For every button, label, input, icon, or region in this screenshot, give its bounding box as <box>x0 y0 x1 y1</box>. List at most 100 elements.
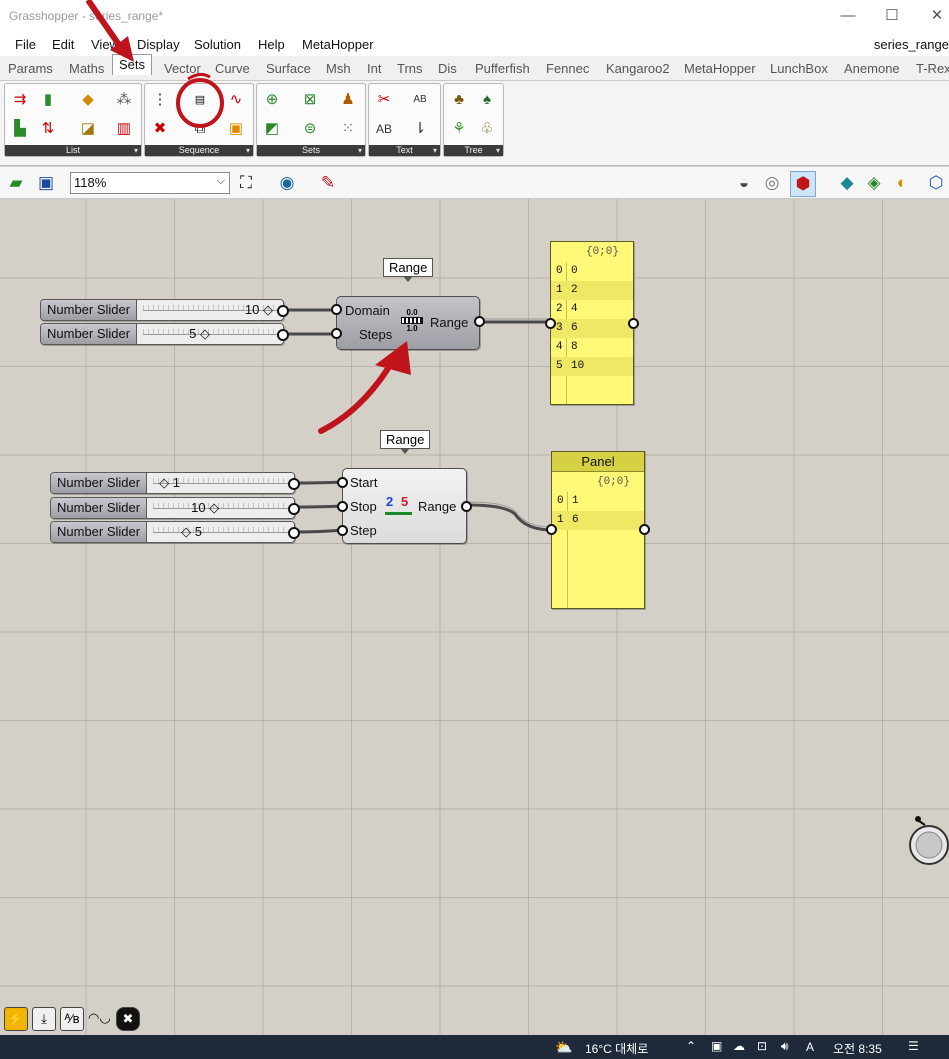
mesh-settings-icon[interactable]: ⬡ <box>924 171 948 195</box>
number-slider[interactable]: Number Slider ◇ 5 <box>50 521 300 543</box>
number-slider[interactable]: Number Slider 10 ◇ <box>40 299 289 321</box>
volume-icon[interactable]: 🔊︎ <box>781 1039 789 1054</box>
disable-icon[interactable]: ✖ <box>116 1007 140 1031</box>
tab-metahopper[interactable]: MetaHopper <box>684 61 756 76</box>
set-majority-icon[interactable]: ♟ <box>337 89 359 111</box>
ribbon-group-label[interactable]: Sets ▾ <box>257 145 365 156</box>
set-union-icon[interactable]: ⊕ <box>261 89 283 111</box>
sort-text-icon[interactable]: ⇂ <box>409 118 431 140</box>
input-grip[interactable] <box>337 501 348 512</box>
open-file-icon[interactable]: ▰ <box>4 171 28 195</box>
output-grip[interactable] <box>639 524 650 535</box>
input-grip[interactable] <box>331 328 342 339</box>
ribbon-group-label[interactable]: Tree ▾ <box>444 145 503 156</box>
camera-icon[interactable]: ▣ <box>711 1039 722 1053</box>
zoom-extents-icon[interactable]: ⛶ <box>234 171 258 195</box>
navigation-widget[interactable] <box>905 813 949 867</box>
maximize-button[interactable]: ☐ <box>881 6 903 26</box>
menu-solution[interactable]: Solution <box>194 37 241 52</box>
zoom-select[interactable]: 118% ⌵ <box>70 172 230 194</box>
set-difference-icon[interactable]: ⊠ <box>299 89 321 111</box>
histogram-icon[interactable]: ▥ <box>113 118 135 140</box>
tab-pufferfish[interactable]: Pufferfish <box>475 61 530 76</box>
tab-dis[interactable]: Dis <box>438 61 457 76</box>
menu-display[interactable]: Display <box>137 37 180 52</box>
sketch-pen-icon[interactable]: ✎ <box>316 171 340 195</box>
output-grip[interactable] <box>288 503 300 515</box>
tab-trns[interactable]: Trns <box>397 61 423 76</box>
delete-consecutive-icon[interactable]: ⊜ <box>299 118 321 140</box>
tab-kangaroo2[interactable]: Kangaroo2 <box>606 61 670 76</box>
minimize-button[interactable]: — <box>837 6 859 26</box>
tab-surface[interactable]: Surface <box>266 61 311 76</box>
tab-msh[interactable]: Msh <box>326 61 351 76</box>
tab-lunchbox[interactable]: LunchBox <box>770 61 828 76</box>
dispatch-icon[interactable]: ⁂ <box>113 89 135 111</box>
output-grip[interactable] <box>277 329 289 341</box>
slider-track[interactable]: ◇ 1 <box>147 473 300 493</box>
glasses-icon[interactable]: ◠◡ <box>88 1007 111 1029</box>
carthesian-product-icon[interactable]: ⁙ <box>337 118 359 140</box>
slider-track[interactable]: ◇ 5 <box>147 522 300 542</box>
menu-file[interactable]: File <box>15 37 36 52</box>
graft-icon[interactable]: ♣ <box>448 89 470 111</box>
flatten-icon[interactable]: ♠ <box>476 89 498 111</box>
case-icon[interactable]: AB <box>373 118 395 140</box>
notification-icon[interactable]: ☰ <box>908 1039 919 1053</box>
network-icon[interactable]: ⊡ <box>757 1039 767 1053</box>
output-grip[interactable] <box>474 316 485 327</box>
number-slider[interactable]: Number Slider ◇ 1 <box>50 472 300 494</box>
input-grip[interactable] <box>545 318 556 329</box>
shift-list-icon[interactable]: ◆ <box>77 89 99 111</box>
close-button[interactable]: ✕ <box>926 6 948 26</box>
input-grip[interactable] <box>546 524 557 535</box>
menu-edit[interactable]: Edit <box>52 37 74 52</box>
number-slider[interactable]: Number Slider 5 ◇ <box>40 323 289 345</box>
tab-params[interactable]: Params <box>8 61 53 76</box>
download-icon[interactable]: ⤓ <box>32 1007 56 1031</box>
series-range-component[interactable]: Start Stop Step 2 5 Range <box>337 468 472 544</box>
output-grip[interactable] <box>288 527 300 539</box>
output-panel[interactable]: {0;0} 00 12 24 36 48 5 10 <box>545 241 639 405</box>
input-grip[interactable] <box>331 304 342 315</box>
shaded-preview-icon[interactable]: ⬢ <box>790 171 816 197</box>
weather-text[interactable]: 16°C 대체로 <box>585 1040 648 1057</box>
ime-indicator[interactable]: A <box>806 1040 814 1054</box>
number-slider[interactable]: Number Slider 10 ◇ <box>50 497 300 519</box>
slider-track[interactable]: 5 ◇ <box>137 324 289 344</box>
preview-eye-icon[interactable]: ◉ <box>275 171 299 195</box>
selected-only-icon[interactable]: ◈ <box>862 171 886 195</box>
menu-metahopper[interactable]: MetaHopper <box>302 37 374 52</box>
menu-help[interactable]: Help <box>258 37 285 52</box>
wireframe-icon[interactable]: ◎ <box>760 171 784 195</box>
tab-int[interactable]: Int <box>367 61 381 76</box>
reverse-list-icon[interactable]: ▙ <box>9 118 31 140</box>
output-grip[interactable] <box>628 318 639 329</box>
input-grip[interactable] <box>337 525 348 536</box>
cull-icon[interactable]: ◪ <box>77 118 99 140</box>
grasshopper-canvas[interactable]: Number Slider 10 ◇ Number Slider 5 ◇ Ran… <box>0 199 949 1035</box>
input-grip[interactable] <box>337 477 348 488</box>
list-length-icon[interactable]: ▮ <box>37 89 59 111</box>
ribbon-group-label[interactable]: Sequence ▾ <box>145 145 253 156</box>
preview-color-icon[interactable]: ◐ <box>890 171 914 195</box>
bake-icon[interactable]: ◆ <box>835 171 859 195</box>
prune-icon[interactable]: ♧ <box>476 118 498 140</box>
tab-fennec[interactable]: Fennec <box>546 61 589 76</box>
slider-track[interactable]: 10 ◇ <box>137 300 289 320</box>
output-grip[interactable] <box>288 478 300 490</box>
chevron-up-icon[interactable]: ⌃ <box>686 1039 696 1053</box>
sort-list-icon[interactable]: ⇅ <box>37 118 59 140</box>
text-fragment-icon[interactable]: ✂ <box>373 89 395 111</box>
output-grip[interactable] <box>277 305 289 317</box>
simplify-icon[interactable]: ⚘ <box>448 118 470 140</box>
output-grip[interactable] <box>461 501 472 512</box>
ribbon-group-label[interactable]: List ▾ <box>5 145 141 156</box>
output-panel[interactable]: Panel {0;0} 01 16 <box>546 451 650 609</box>
tab-anemone[interactable]: Anemone <box>844 61 900 76</box>
concatenate-icon[interactable]: AB <box>409 89 431 111</box>
set-intersection-icon[interactable]: ◩ <box>261 118 283 140</box>
tab-trex[interactable]: T-Rex <box>916 61 949 76</box>
ab-toggle-icon[interactable]: ᴬ⁄ʙ <box>60 1007 84 1031</box>
canvas-status-icon[interactable]: ⚡ <box>4 1007 28 1031</box>
